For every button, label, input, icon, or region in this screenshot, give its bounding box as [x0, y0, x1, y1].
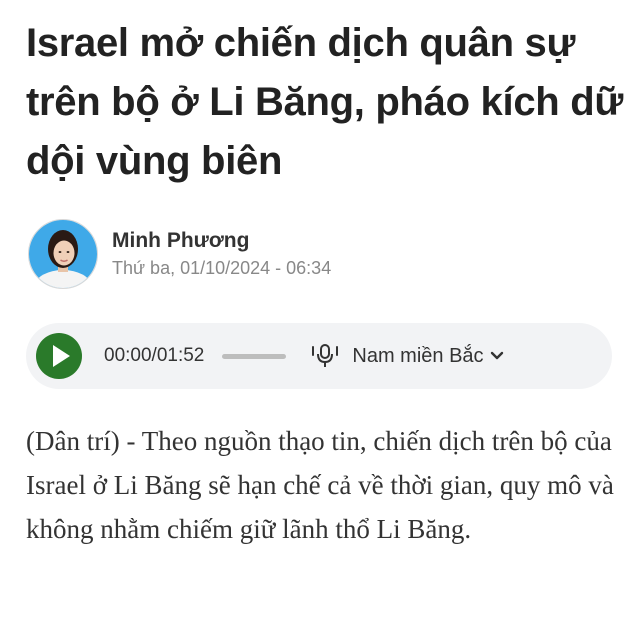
author-name[interactable]: Minh Phương [112, 228, 331, 254]
chevron-down-icon [490, 351, 504, 361]
author-avatar-photo [29, 220, 97, 288]
publish-time: Thứ ba, 01/10/2024 - 06:34 [112, 258, 332, 278]
author-meta: Minh Phương Thứ ba, 01/10/2024 - 06:34 [112, 228, 331, 280]
microphone-icon [310, 343, 340, 369]
play-button[interactable] [36, 333, 82, 379]
article-headline: Israel mở chiến dịch quân sự trên bộ ở L… [26, 21, 624, 183]
voice-select-label: Nam miền Bắc [352, 344, 484, 367]
play-icon [53, 345, 70, 367]
audio-player: 00:00/01:52 Nam miền Bắc [26, 323, 612, 389]
article-sapo: (Dân trí) - Theo nguồn thạo tin, chiến d… [26, 426, 614, 544]
audio-progress-bar[interactable] [222, 353, 287, 359]
voice-select[interactable]: Nam miền Bắc [352, 345, 503, 368]
audio-time-display: 00:00/01:52 [104, 345, 205, 366]
author-byline: Minh Phương Thứ ba, 01/10/2024 - 06:34 [28, 219, 331, 289]
author-avatar[interactable] [28, 219, 98, 289]
